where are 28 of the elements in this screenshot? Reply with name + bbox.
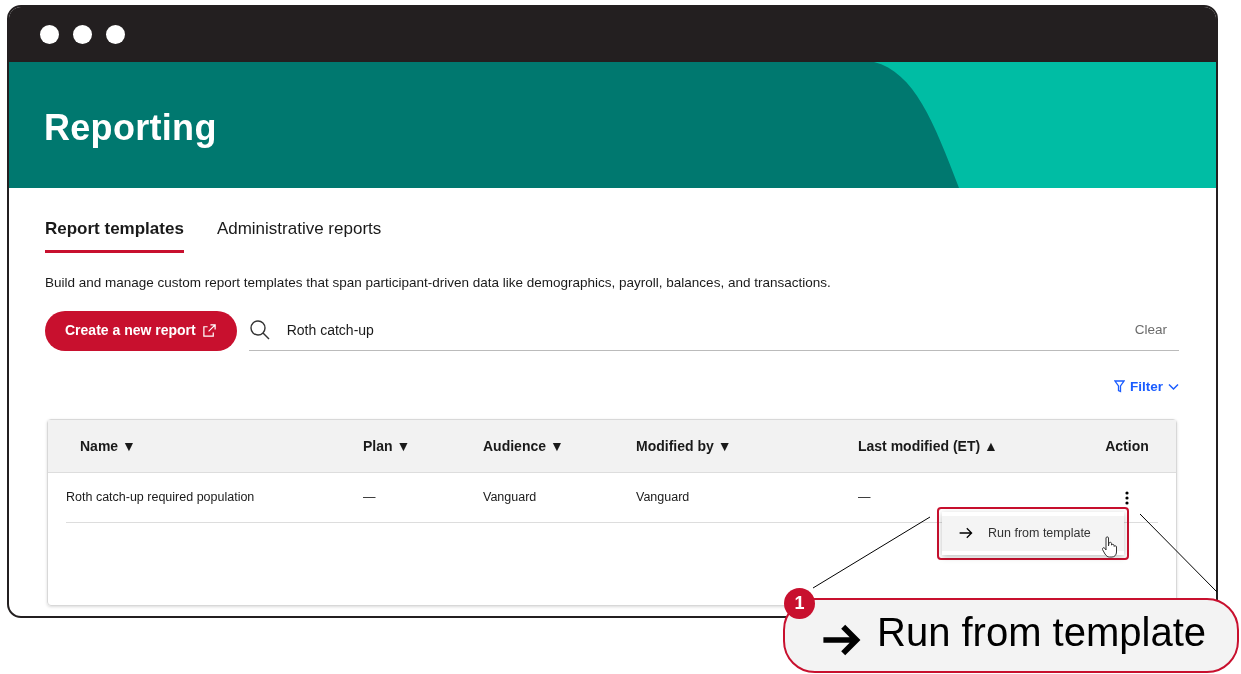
column-header[interactable]: Audience ▼ xyxy=(483,435,636,457)
table-cell-text: Vanguard xyxy=(483,489,538,507)
table-cell-text: — xyxy=(858,489,872,507)
search-field[interactable]: Roth catch-up Clear xyxy=(248,310,1179,351)
menu-item[interactable]: Run from template xyxy=(942,516,1124,551)
external-link-icon xyxy=(201,323,217,339)
chevron-down-icon xyxy=(1168,382,1179,391)
filter-icon xyxy=(1114,380,1125,394)
column-header[interactable]: Last modified (ET) ▲ xyxy=(858,435,1096,457)
window-dot-icon xyxy=(73,25,92,44)
create-report-button[interactable]: Create a new report xyxy=(45,310,237,351)
table-cell-text: Roth catch-up required population xyxy=(66,489,256,507)
page-title: Reporting xyxy=(43,106,217,150)
filter-link[interactable]: Filter xyxy=(1114,376,1179,397)
column-header[interactable]: Modified by ▼ xyxy=(636,435,858,457)
table-cell-text: — xyxy=(363,489,377,507)
window-dot-icon xyxy=(40,25,59,44)
description-text: Build and manage custom report templates that span participant-driven data like demographics, payroll, balances, and transactions. xyxy=(45,273,832,292)
window-dot-icon xyxy=(106,25,125,44)
tab[interactable]: Report templates xyxy=(45,212,184,253)
column-header[interactable]: Name ▼ xyxy=(66,435,363,457)
search-icon xyxy=(248,319,271,342)
clear-link[interactable]: Clear xyxy=(1134,320,1167,341)
table-cell-text: Vanguard xyxy=(636,489,691,507)
column-header[interactable]: Plan ▼ xyxy=(363,435,483,457)
callout-text: Run from template xyxy=(877,610,1207,654)
tab[interactable]: Administrative reports xyxy=(216,212,382,253)
column-header: Action xyxy=(1104,436,1150,456)
